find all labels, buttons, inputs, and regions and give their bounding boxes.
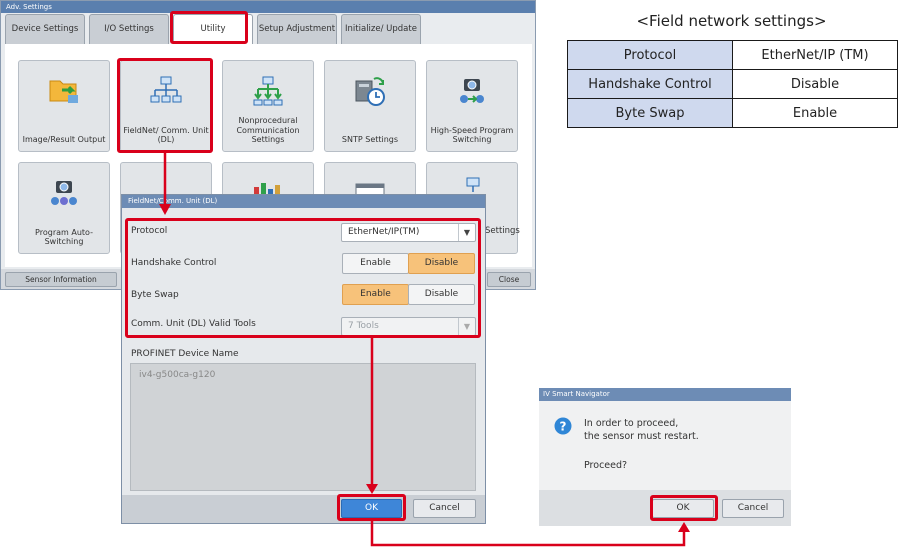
table-key-cell: Handshake Control [567, 69, 733, 99]
table-row: Handshake Control Disable [567, 69, 898, 99]
table-value-cell: Enable [732, 98, 898, 128]
network-table-caption: <Field network settings> [636, 12, 827, 30]
table-value-cell: Disable [732, 69, 898, 99]
table-key-cell: Byte Swap [567, 98, 733, 128]
network-settings-table: Protocol EtherNet/IP (TM) Handshake Cont… [567, 40, 898, 128]
table-row: Byte Swap Enable [567, 98, 898, 128]
table-key-cell: Protocol [567, 40, 733, 70]
table-value-cell: EtherNet/IP (TM) [732, 40, 898, 70]
table-row: Protocol EtherNet/IP (TM) [567, 40, 898, 70]
